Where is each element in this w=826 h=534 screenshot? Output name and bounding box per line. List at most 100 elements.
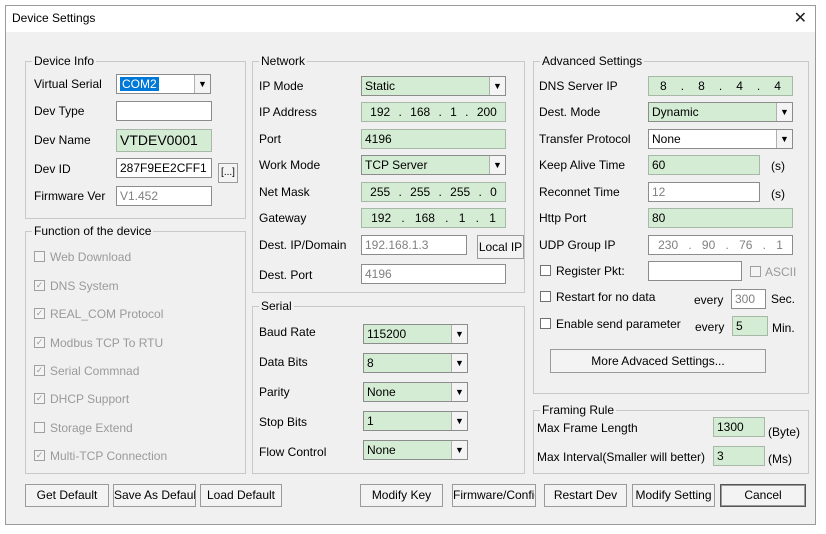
baud-rate-value: 115200: [367, 327, 407, 341]
gateway-field[interactable]: 192. 168. 1. 1: [361, 208, 506, 228]
close-icon[interactable]: ✕: [794, 8, 807, 28]
keep-alive-field[interactable]: 60: [648, 155, 760, 175]
chevron-down-icon[interactable]: ▼: [451, 412, 467, 430]
virtual-serial-value: COM2: [120, 77, 159, 91]
ip-address-label: IP Address: [259, 105, 317, 119]
reconnect-time-field[interactable]: 12: [648, 182, 760, 202]
checkmark-icon: ✓: [34, 337, 45, 348]
modify-key-button[interactable]: Modify Key: [360, 484, 443, 507]
title-bar[interactable]: Device Settings ✕: [6, 6, 815, 32]
dev-type-field[interactable]: [116, 101, 212, 121]
udp-group-field[interactable]: 230. 90. 76. 1: [648, 235, 793, 255]
checkmark-icon: ✓: [34, 308, 45, 319]
data-bits-label: Data Bits: [259, 355, 308, 369]
chevron-down-icon[interactable]: ▼: [451, 354, 467, 372]
dev-name-field[interactable]: VTDEV0001: [116, 129, 212, 152]
chevron-down-icon[interactable]: ▼: [451, 383, 467, 401]
dest-mode-label: Dest. Mode: [539, 105, 601, 119]
ip-address-field[interactable]: 192. 168. 1. 200: [361, 102, 506, 122]
dest-mode-value: Dynamic: [652, 105, 699, 119]
virtual-serial-select[interactable]: COM2 ▼: [116, 74, 211, 94]
keep-alive-unit: (s): [771, 159, 785, 173]
baud-rate-label: Baud Rate: [259, 325, 316, 339]
restart-interval-field[interactable]: 300: [731, 289, 766, 309]
data-bits-select[interactable]: 8 ▼: [363, 353, 468, 373]
dest-port-field[interactable]: 4196: [361, 264, 506, 284]
flow-control-value: None: [367, 443, 396, 457]
checkbox-storage-extend: [34, 422, 45, 433]
save-as-default-button[interactable]: Save As Default: [113, 484, 196, 507]
register-pkt-label: Register Pkt:: [556, 264, 625, 278]
chevron-down-icon[interactable]: ▼: [776, 103, 792, 121]
stop-bits-label: Stop Bits: [259, 415, 308, 429]
dest-mode-select[interactable]: Dynamic ▼: [648, 102, 793, 122]
framing-rule-legend: Framing Rule: [540, 403, 617, 417]
port-label: Port: [259, 132, 282, 146]
keep-alive-label: Keep Alive Time: [539, 158, 626, 172]
firmware-config-button[interactable]: Firmware/Config: [452, 484, 536, 507]
device-info-legend: Device Info: [32, 54, 97, 68]
network-legend: Network: [259, 54, 308, 68]
max-interval-field[interactable]: 3: [713, 446, 765, 466]
udp-group-label: UDP Group IP: [539, 238, 616, 252]
dev-id-browse-button[interactable]: [...]: [218, 163, 238, 183]
enable-every-label: every: [695, 320, 725, 334]
register-pkt-field[interactable]: [648, 261, 742, 281]
http-port-label: Http Port: [539, 211, 587, 225]
function-group: Function of the device: [25, 224, 246, 474]
restart-every-label: every: [694, 293, 724, 307]
ip-mode-label: IP Mode: [259, 79, 304, 93]
chevron-down-icon[interactable]: ▼: [489, 156, 505, 174]
register-pkt-checkbox[interactable]: [540, 265, 551, 276]
chevron-down-icon[interactable]: ▼: [451, 441, 467, 459]
dev-name-label: Dev Name: [34, 133, 91, 147]
enable-interval-field[interactable]: 5: [732, 316, 768, 336]
advanced-settings-legend: Advanced Settings: [540, 54, 645, 68]
transfer-protocol-select[interactable]: None ▼: [648, 129, 793, 149]
chevron-down-icon[interactable]: ▼: [489, 77, 505, 95]
dns-server-label: DNS Server IP: [539, 79, 618, 93]
parity-select[interactable]: None ▼: [363, 382, 468, 402]
ascii-checkbox[interactable]: [750, 266, 761, 277]
ip-mode-select[interactable]: Static ▼: [361, 76, 506, 96]
function-legend: Function of the device: [32, 224, 154, 238]
dev-id-field[interactable]: 287F9EE2CFF1: [116, 158, 212, 178]
restart-dev-button[interactable]: Restart Dev: [544, 484, 627, 507]
restart-interval-unit: Sec.: [771, 292, 796, 306]
stop-bits-select[interactable]: 1 ▼: [363, 411, 468, 431]
enable-send-param-checkbox[interactable]: [540, 318, 551, 329]
reconnect-time-unit: (s): [771, 187, 785, 201]
enable-send-param-label: Enable send parameter: [556, 317, 681, 331]
cancel-button[interactable]: Cancel: [720, 484, 806, 507]
modify-setting-button[interactable]: Modify Setting: [632, 484, 715, 507]
more-advanced-settings-button[interactable]: More Advaced Settings...: [550, 349, 766, 373]
flow-control-select[interactable]: None ▼: [363, 440, 468, 460]
get-default-button[interactable]: Get Default: [25, 484, 109, 507]
dest-ip-field[interactable]: 192.168.1.3: [361, 235, 467, 255]
local-ip-button[interactable]: Local IP: [477, 235, 524, 259]
chevron-down-icon[interactable]: ▼: [194, 75, 210, 93]
transfer-protocol-value: None: [652, 132, 681, 146]
parity-value: None: [367, 385, 396, 399]
window-title: Device Settings: [12, 11, 96, 25]
work-mode-value: TCP Server: [365, 158, 428, 172]
work-mode-select[interactable]: TCP Server ▼: [361, 155, 506, 175]
checkmark-icon: ✓: [34, 280, 45, 291]
baud-rate-select[interactable]: 115200 ▼: [363, 324, 468, 344]
ascii-label: ASCII: [765, 265, 797, 279]
chevron-down-icon[interactable]: ▼: [451, 325, 467, 343]
checkmark-icon: ✓: [34, 365, 45, 376]
dns-server-field[interactable]: 8.8.4.4: [648, 76, 793, 96]
virtual-serial-label: Virtual Serial: [34, 77, 102, 91]
http-port-field[interactable]: 80: [648, 208, 793, 228]
chevron-down-icon[interactable]: ▼: [776, 130, 792, 148]
load-default-button[interactable]: Load Default: [200, 484, 282, 507]
net-mask-field[interactable]: 255. 255. 255. 0: [361, 182, 506, 202]
max-frame-field[interactable]: 1300: [713, 417, 765, 437]
restart-no-data-checkbox[interactable]: [540, 291, 551, 302]
port-field[interactable]: 4196: [361, 129, 506, 149]
dev-id-label: Dev ID: [34, 162, 71, 176]
firmware-ver-field[interactable]: V1.452: [116, 186, 212, 206]
max-interval-label: Max Interval(Smaller will better): [537, 450, 706, 464]
dev-type-label: Dev Type: [34, 104, 85, 118]
